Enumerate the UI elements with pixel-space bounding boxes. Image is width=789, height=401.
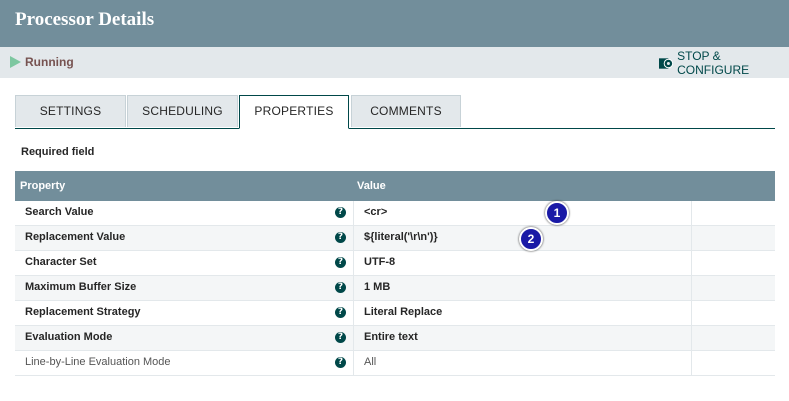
property-name: Replacement Strategy	[25, 306, 141, 318]
table-row[interactable]: Replacement Strategy ? Literal Replace	[15, 301, 775, 326]
property-name: Evaluation Mode	[25, 331, 113, 343]
property-value[interactable]: 1 MB	[364, 281, 390, 293]
tab-properties[interactable]: PROPERTIES	[239, 95, 349, 129]
help-icon[interactable]: ?	[335, 282, 346, 293]
property-name: Maximum Buffer Size	[25, 281, 137, 293]
property-name: Character Set	[25, 256, 97, 268]
property-column-header: Property	[20, 180, 66, 192]
annotation-marker: 1	[545, 201, 569, 225]
dialog-title: Processor Details	[15, 9, 155, 30]
property-value[interactable]: Entire text	[364, 331, 418, 343]
table-row[interactable]: Replacement Value ? ${literal('\r\n')}	[15, 226, 775, 251]
required-field-note: Required field	[21, 146, 95, 158]
table-row[interactable]: Evaluation Mode ? Entire text	[15, 326, 775, 351]
table-row[interactable]: Character Set ? UTF-8	[15, 251, 775, 276]
value-column-header: Value	[357, 180, 386, 192]
play-icon	[10, 56, 21, 68]
property-value[interactable]: ${literal('\r\n')}	[364, 231, 438, 243]
help-icon[interactable]: ?	[335, 232, 346, 243]
help-icon[interactable]: ?	[335, 357, 346, 368]
tab-comments[interactable]: COMMENTS	[351, 95, 461, 127]
table-row[interactable]: Line-by-Line Evaluation Mode ? All	[15, 351, 775, 376]
property-value[interactable]: Literal Replace	[364, 306, 442, 318]
table-row[interactable]: Search Value ? <cr>	[15, 201, 775, 226]
property-value[interactable]: UTF-8	[364, 256, 395, 268]
run-status-label: Running	[25, 55, 74, 69]
property-value[interactable]: <cr>	[364, 206, 387, 218]
status-bar: Running STOP & CONFIGURE	[0, 47, 789, 78]
property-name: Line-by-Line Evaluation Mode	[25, 356, 171, 368]
table-header: Property Value	[15, 171, 775, 201]
help-icon[interactable]: ?	[335, 257, 346, 268]
help-icon[interactable]: ?	[335, 332, 346, 343]
table-row[interactable]: Maximum Buffer Size ? 1 MB	[15, 276, 775, 301]
property-name: Search Value	[25, 206, 94, 218]
tab-scheduling[interactable]: SCHEDULING	[127, 95, 238, 127]
tab-bar: SETTINGS SCHEDULING PROPERTIES COMMENTS	[15, 95, 775, 129]
gear-stop-icon	[659, 57, 674, 69]
stop-configure-button[interactable]: STOP & CONFIGURE	[659, 49, 789, 77]
annotation-marker: 2	[519, 227, 543, 251]
help-icon[interactable]: ?	[335, 307, 346, 318]
tab-settings[interactable]: SETTINGS	[15, 95, 126, 127]
stop-configure-label: STOP & CONFIGURE	[677, 49, 750, 77]
properties-table: Property Value Search Value ? <cr> Repla…	[15, 171, 775, 376]
property-value[interactable]: All	[364, 356, 376, 368]
title-bar: Processor Details	[0, 0, 789, 47]
property-name: Replacement Value	[25, 231, 126, 243]
help-icon[interactable]: ?	[335, 207, 346, 218]
